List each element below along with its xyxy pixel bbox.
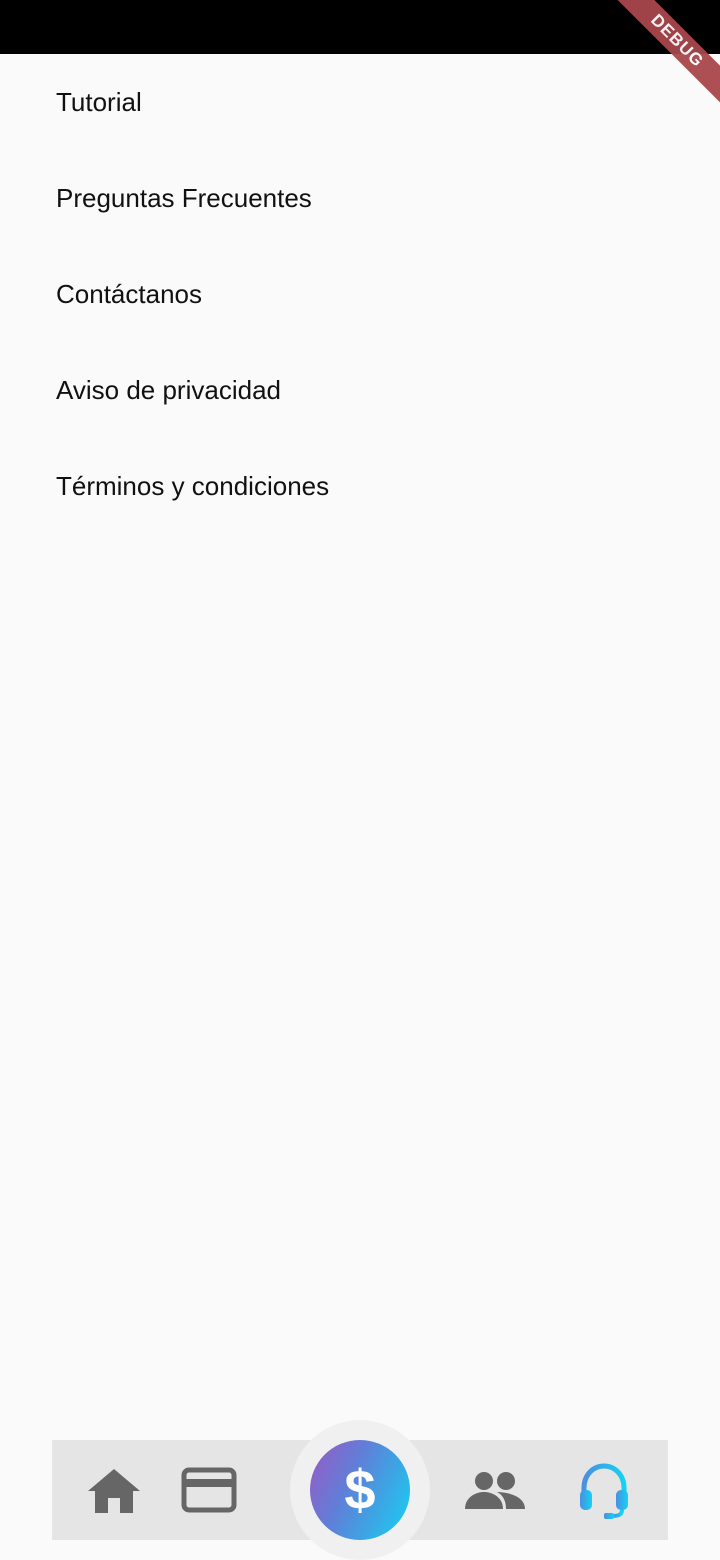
headset-icon bbox=[580, 1463, 628, 1519]
nav-support-button[interactable] bbox=[558, 1440, 650, 1540]
menu-item-faq[interactable]: Preguntas Frecuentes bbox=[0, 150, 720, 246]
dollar-icon: $ bbox=[344, 1458, 376, 1521]
menu-item-terms[interactable]: Términos y condiciones bbox=[0, 438, 720, 534]
home-icon bbox=[88, 1469, 140, 1513]
nav-home-button[interactable] bbox=[68, 1440, 160, 1540]
menu-item-privacy-notice[interactable]: Aviso de privacidad bbox=[0, 342, 720, 438]
nav-payments-button[interactable]: $ bbox=[310, 1440, 410, 1540]
menu-item-contact[interactable]: Contáctanos bbox=[0, 246, 720, 342]
menu-item-tutorial[interactable]: Tutorial bbox=[0, 54, 720, 150]
credit-card-icon bbox=[181, 1467, 237, 1513]
menu-list: Tutorial Preguntas Frecuentes Contáctano… bbox=[0, 54, 720, 534]
nav-card-button[interactable] bbox=[166, 1440, 252, 1540]
status-bar bbox=[0, 0, 720, 54]
nav-contacts-button[interactable] bbox=[452, 1440, 538, 1540]
people-icon bbox=[465, 1472, 525, 1509]
